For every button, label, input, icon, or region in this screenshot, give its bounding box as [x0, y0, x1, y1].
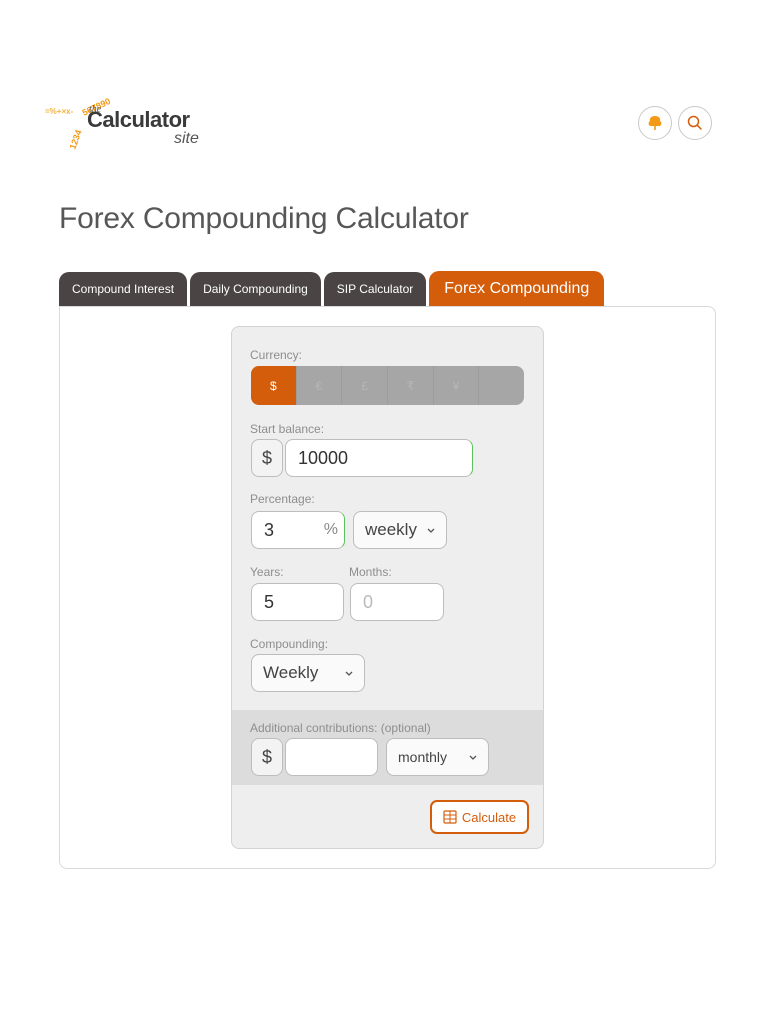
calculate-label: Calculate: [461, 809, 517, 825]
percentage-value: 3: [264, 519, 275, 540]
tab-daily-compounding[interactable]: Daily Compounding: [190, 272, 321, 306]
contributions-period-value: monthly: [398, 749, 448, 765]
contributions-input[interactable]: [285, 738, 378, 776]
calculate-button[interactable]: Calculate: [430, 800, 529, 834]
page-title: Forex Compounding Calculator: [59, 202, 469, 235]
chevron-down-icon: [427, 528, 435, 533]
percentage-label: Percentage:: [250, 492, 315, 506]
header-actions: [638, 106, 712, 140]
tab-compound-interest[interactable]: Compound Interest: [59, 272, 188, 306]
svg-text:1234: 1234: [67, 128, 83, 150]
site-logo[interactable]: 1234 567890 =%+×x- the Calculator site: [40, 78, 240, 156]
chevron-down-icon: [469, 755, 477, 760]
search-button[interactable]: [678, 106, 712, 140]
search-icon: [687, 115, 702, 130]
currency-option-yen[interactable]: ¥: [434, 366, 480, 405]
logo-site-text: site: [174, 130, 199, 147]
start-balance-prefix: $: [251, 439, 283, 477]
compounding-select[interactable]: Weekly: [251, 654, 365, 692]
contributions-period-select[interactable]: monthly: [386, 738, 489, 776]
currency-option-dollar[interactable]: $: [251, 366, 297, 405]
tab-sip-calculator[interactable]: SIP Calculator: [323, 272, 427, 306]
years-label: Years:: [250, 565, 284, 579]
percent-suffix: %: [323, 521, 338, 538]
tree-icon: [648, 116, 662, 130]
contributions-section: Additional contributions: (optional) $ m…: [232, 710, 543, 785]
percentage-period-value: weekly: [365, 520, 417, 539]
currency-option-pound[interactable]: £: [342, 366, 389, 405]
calculator-form: Currency: $ € £ ₹ ¥ Start balance: $ 100…: [231, 326, 544, 849]
percentage-input[interactable]: 3 %: [251, 511, 345, 549]
months-input[interactable]: 0: [350, 583, 444, 621]
calculator-icon: [443, 810, 457, 824]
calculator-tabs: Compound Interest Daily Compounding SIP …: [59, 271, 605, 306]
theme-button[interactable]: [638, 106, 672, 140]
years-input[interactable]: 5: [251, 583, 344, 621]
currency-label: Currency:: [250, 348, 303, 362]
currency-selector: $ € £ ₹ ¥: [251, 366, 524, 405]
contributions-prefix: $: [251, 738, 283, 776]
svg-text:=%+×x-: =%+×x-: [45, 107, 74, 116]
tab-forex-compounding[interactable]: Forex Compounding: [429, 271, 605, 306]
currency-option-none[interactable]: [479, 366, 524, 405]
percentage-period-select[interactable]: weekly: [353, 511, 447, 549]
compounding-label: Compounding:: [250, 637, 329, 651]
chevron-down-icon: [345, 671, 353, 676]
compounding-value: Weekly: [263, 663, 319, 682]
contributions-label: Additional contributions: (optional): [250, 721, 431, 735]
months-label: Months:: [349, 565, 392, 579]
start-balance-input[interactable]: 10000: [285, 439, 473, 477]
currency-option-rupee[interactable]: ₹: [388, 366, 434, 405]
currency-option-euro[interactable]: €: [297, 366, 343, 405]
start-balance-label: Start balance:: [250, 422, 325, 436]
